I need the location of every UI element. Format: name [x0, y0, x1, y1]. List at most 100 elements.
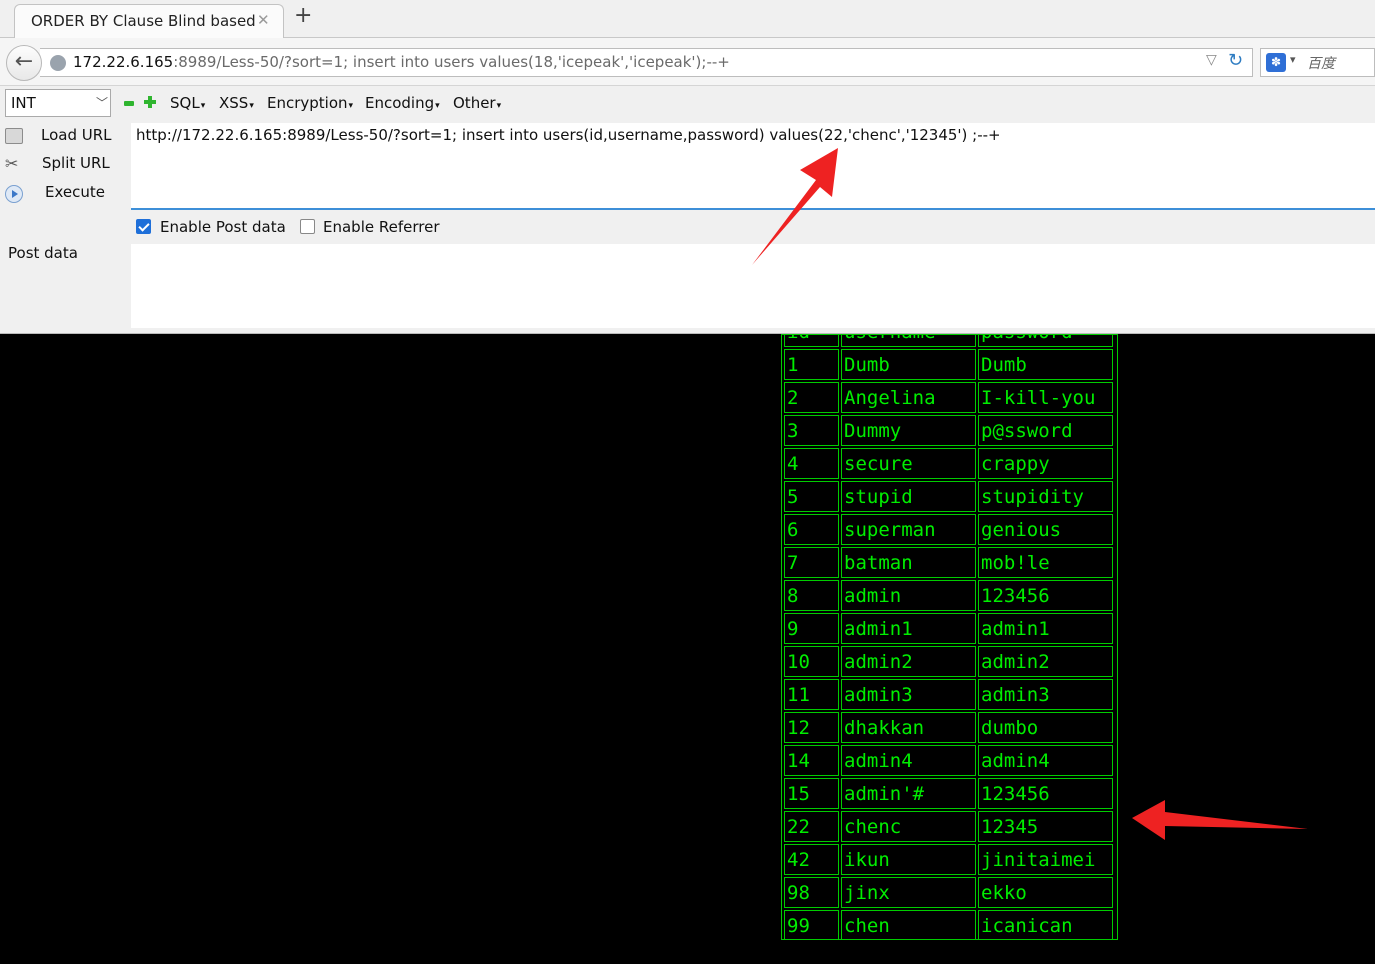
cell-id: 99	[784, 910, 839, 939]
menu-sql[interactable]: SQL▾	[170, 94, 205, 112]
cell-username: admin3	[841, 679, 976, 710]
table-row: 15 admin'# 123456	[784, 778, 1113, 809]
cell-username: ikun	[841, 844, 976, 875]
address-text: 172.22.6.165:8989/Less-50/?sort=1; inser…	[73, 53, 730, 71]
table-row: 5 stupid stupidity	[784, 481, 1113, 512]
menu-label: SQL	[170, 94, 200, 112]
cell-username: dhakkan	[841, 712, 976, 743]
cell-password: 123456	[978, 778, 1113, 809]
url-textarea[interactable]: http://172.22.6.165:8989/Less-50/?sort=1…	[131, 123, 1375, 210]
cell-username: Dumb	[841, 349, 976, 380]
cell-id: 98	[784, 877, 839, 908]
cell-username: batman	[841, 547, 976, 578]
cell-password: admin2	[978, 646, 1113, 677]
cell-id: 1	[784, 349, 839, 380]
enable-referrer-checkbox[interactable]	[300, 219, 315, 234]
cell-id: id	[784, 335, 839, 347]
search-bar[interactable]: ✽ ▾ 百度	[1260, 48, 1375, 77]
menu-encoding[interactable]: Encoding▾	[365, 94, 440, 112]
table-row: 1 Dumb Dumb	[784, 349, 1113, 380]
cell-username: username	[841, 335, 976, 347]
table-row: 10 admin2 admin2	[784, 646, 1113, 677]
url-dropdown-icon[interactable]: ▽	[1206, 52, 1217, 68]
cell-username: chenc	[841, 811, 976, 842]
search-placeholder: 百度	[1307, 56, 1335, 72]
cell-password: dumbo	[978, 712, 1113, 743]
cell-id: 7	[784, 547, 839, 578]
cell-id: 3	[784, 415, 839, 446]
table-row: 2 Angelina I-kill-you	[784, 382, 1113, 413]
address-bar[interactable]: 172.22.6.165:8989/Less-50/?sort=1; inser…	[40, 48, 1253, 77]
navigation-bar: 172.22.6.165:8989/Less-50/?sort=1; inser…	[0, 38, 1375, 86]
cell-password: 123456	[978, 580, 1113, 611]
results-table-frame: idusernamepassword1DumbDumb2AngelinaI-ki…	[781, 334, 1118, 940]
cell-password: stupidity	[978, 481, 1113, 512]
play-icon	[5, 185, 23, 203]
new-tab-icon[interactable]: +	[294, 3, 312, 28]
cell-id: 5	[784, 481, 839, 512]
table-header-row: idusernamepassword	[784, 335, 1113, 347]
load-url-icon	[5, 128, 23, 144]
cell-password: admin1	[978, 613, 1113, 644]
menu-other[interactable]: Other▾	[453, 94, 501, 112]
table-row: 6 superman genious	[784, 514, 1113, 545]
load-url-button[interactable]: Load URL	[0, 124, 130, 150]
cell-password: mob!le	[978, 547, 1113, 578]
load-url-label: Load URL	[41, 126, 112, 144]
enable-post-label: Enable Post data	[160, 218, 286, 236]
cell-id: 4	[784, 448, 839, 479]
search-engine-dropdown-icon[interactable]: ▾	[1290, 53, 1296, 66]
cell-username: Angelina	[841, 382, 976, 413]
cell-password: 12345	[978, 811, 1113, 842]
cell-username: admin	[841, 580, 976, 611]
red-arrow-row	[1132, 800, 1308, 840]
back-button[interactable]: ←	[6, 45, 42, 81]
minus-icon[interactable]	[124, 101, 134, 106]
cell-password: admin3	[978, 679, 1113, 710]
cell-password: jinitaimei	[978, 844, 1113, 875]
cell-password: icanican	[978, 910, 1113, 939]
menu-xss[interactable]: XSS▾	[219, 94, 254, 112]
tab-strip: ORDER BY Clause Blind based ✕ +	[0, 0, 1375, 39]
table-row: 7 batman mob!le	[784, 547, 1113, 578]
back-arrow-icon: ←	[14, 49, 34, 74]
url-path: :8989/Less-50/?sort=1; insert into users…	[173, 53, 730, 71]
execute-label: Execute	[45, 183, 105, 201]
tab-active[interactable]: ORDER BY Clause Blind based ✕	[14, 4, 284, 39]
table-row: 98 jinx ekko	[784, 877, 1113, 908]
url-textarea-value: http://172.22.6.165:8989/Less-50/?sort=1…	[136, 126, 1001, 144]
cell-username: admin1	[841, 613, 976, 644]
cell-id: 12	[784, 712, 839, 743]
reload-icon[interactable]: ↻	[1228, 50, 1243, 71]
cell-id: 6	[784, 514, 839, 545]
execute-button[interactable]: Execute	[0, 181, 130, 207]
type-select[interactable]: INT ﹀	[5, 89, 111, 117]
cell-password: Dumb	[978, 349, 1113, 380]
cell-username: secure	[841, 448, 976, 479]
cell-username: admin4	[841, 745, 976, 776]
cell-username: stupid	[841, 481, 976, 512]
browser-window: ORDER BY Clause Blind based ✕ + 172.22.6…	[0, 0, 1375, 964]
cell-id: 14	[784, 745, 839, 776]
cell-username: chen	[841, 910, 976, 939]
cell-password: p@ssword	[978, 415, 1113, 446]
split-url-button[interactable]: ✂ Split URL	[0, 152, 130, 178]
table-row: 9 admin1 admin1	[784, 613, 1113, 644]
enable-post-checkbox[interactable]	[136, 219, 151, 234]
close-tab-icon[interactable]: ✕	[257, 11, 270, 29]
menu-label: Encoding	[365, 94, 435, 112]
tab-title: ORDER BY Clause Blind based	[31, 12, 256, 30]
menu-encryption[interactable]: Encryption▾	[267, 94, 353, 112]
post-data-textarea[interactable]	[131, 244, 1375, 328]
cell-id: 11	[784, 679, 839, 710]
cell-username: admin2	[841, 646, 976, 677]
table-row: 4 secure crappy	[784, 448, 1113, 479]
cell-password: crappy	[978, 448, 1113, 479]
url-host: 172.22.6.165	[73, 53, 174, 71]
table-row: 22 chenc 12345	[784, 811, 1113, 842]
baidu-paw-icon[interactable]: ✽	[1266, 53, 1286, 72]
plus-icon[interactable]	[144, 96, 156, 108]
menu-label: XSS	[219, 94, 249, 112]
cell-password: admin4	[978, 745, 1113, 776]
split-url-label: Split URL	[42, 154, 110, 172]
